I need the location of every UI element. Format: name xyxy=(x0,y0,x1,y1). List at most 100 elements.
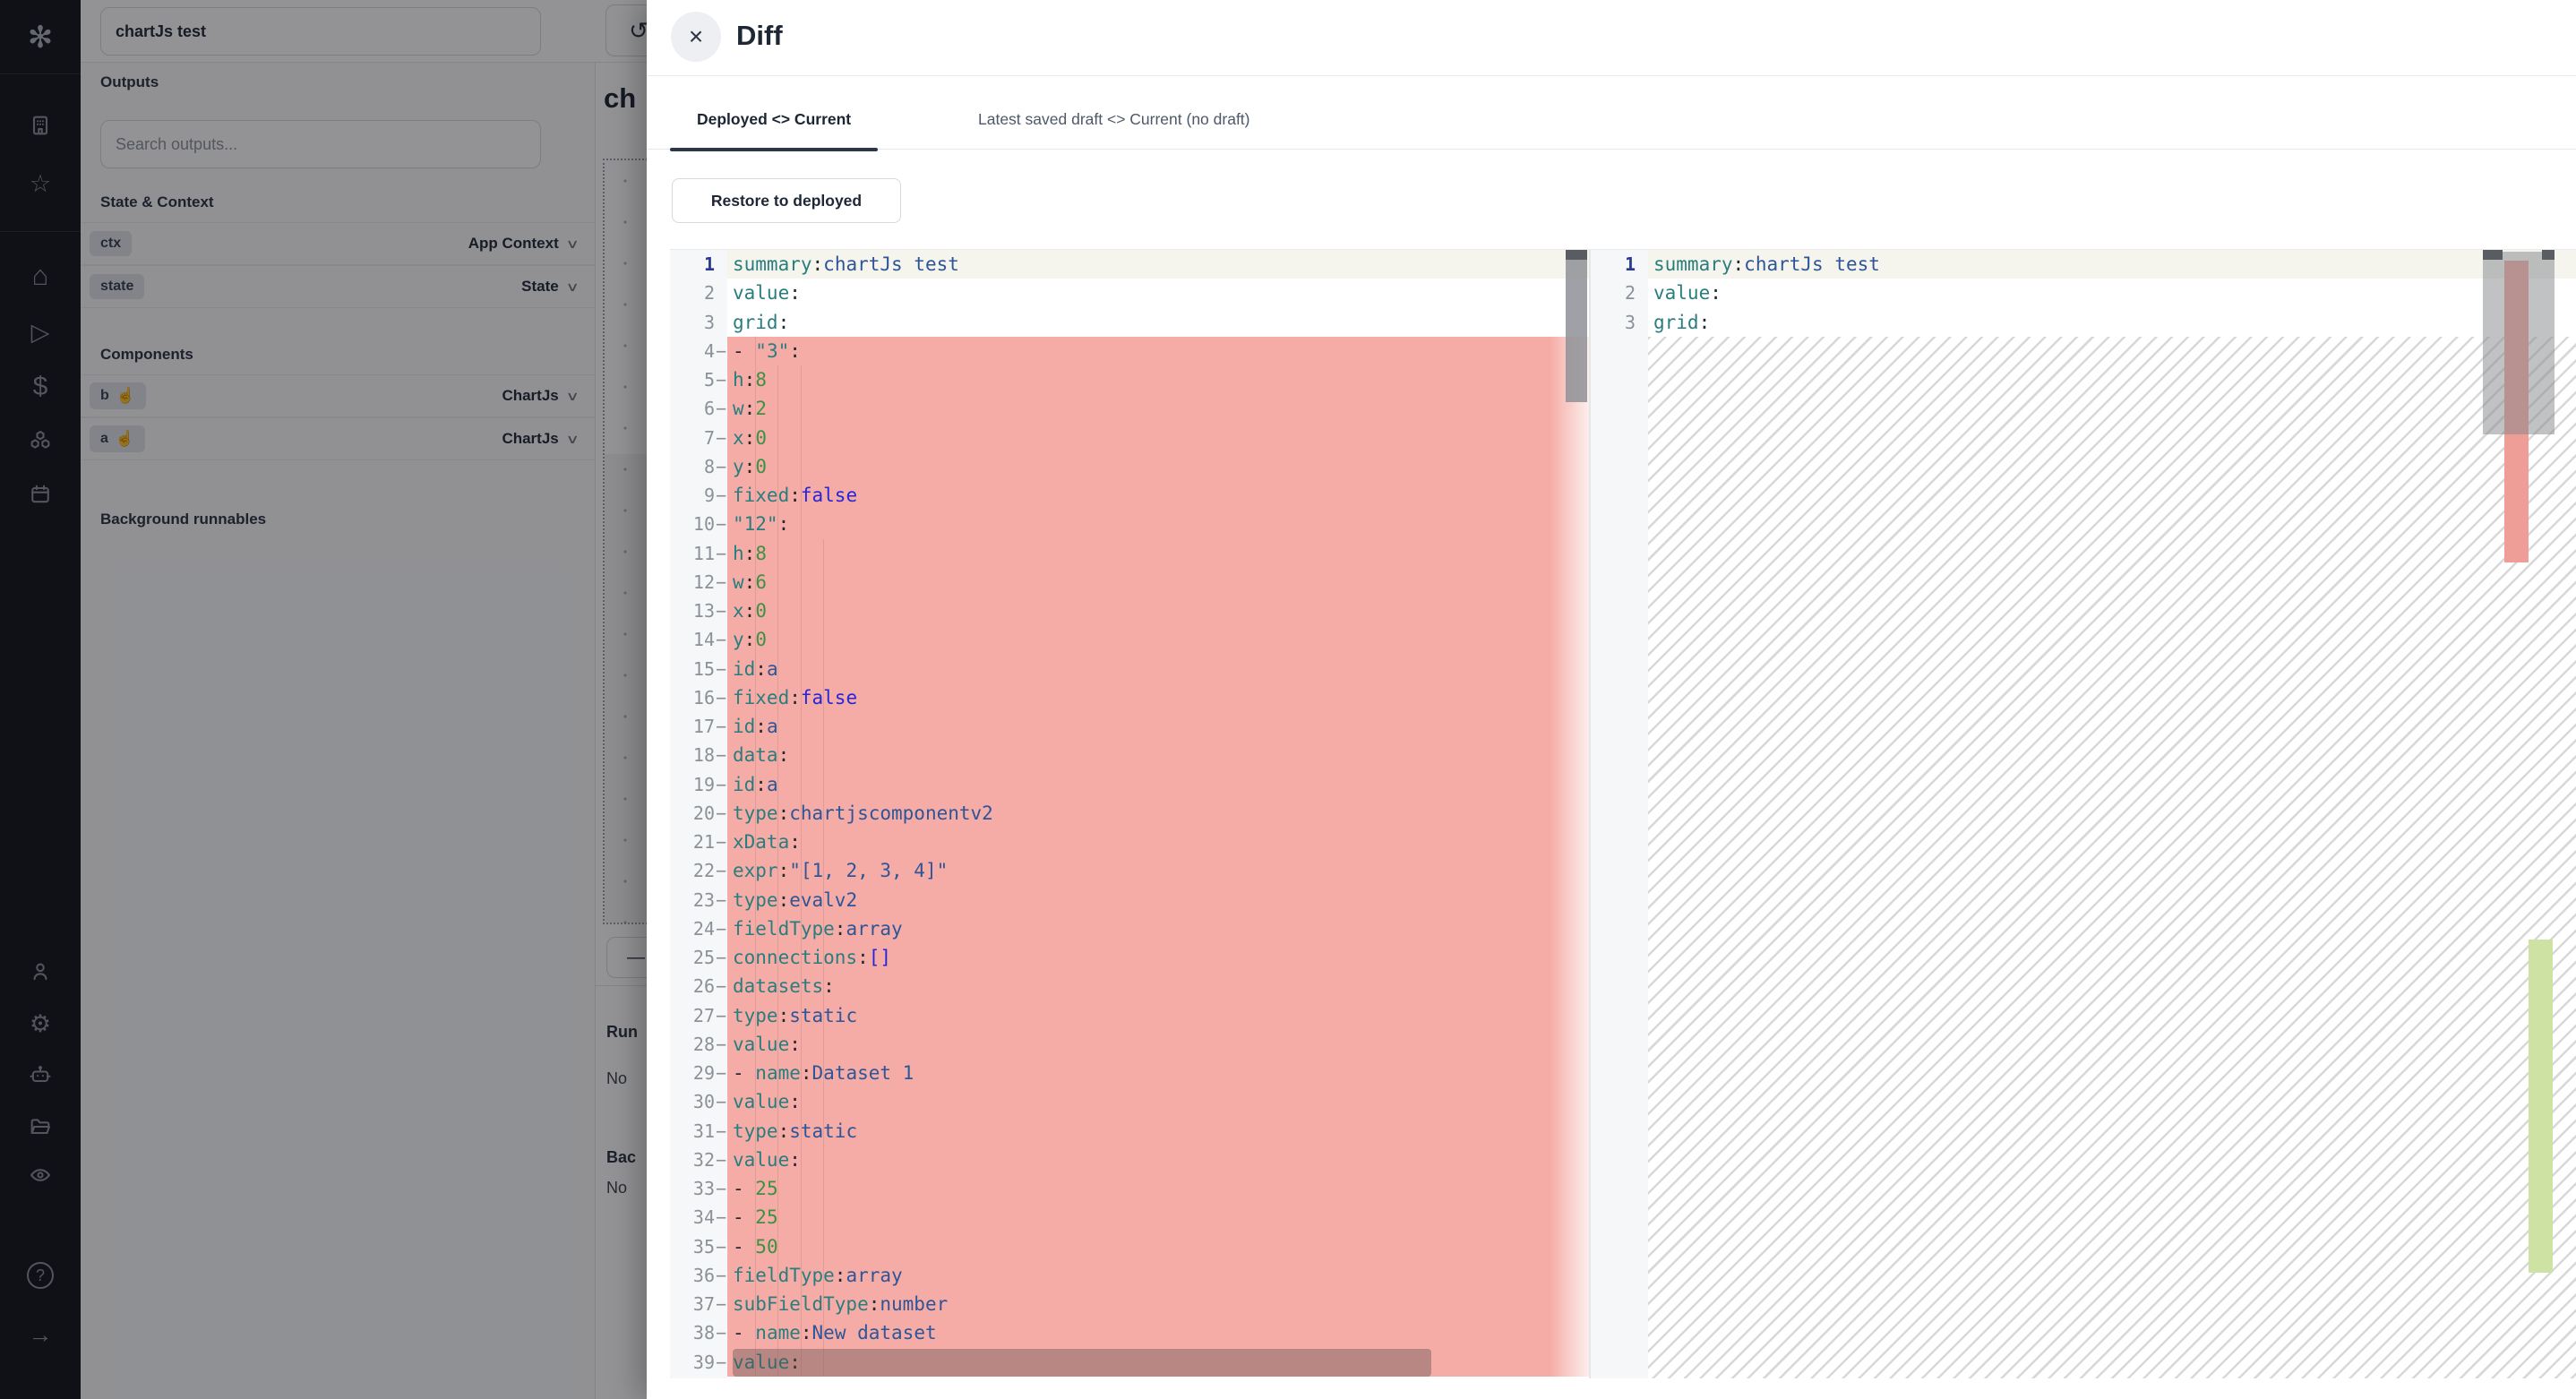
line-number: 39 xyxy=(670,1352,715,1373)
line-number: 35 xyxy=(670,1236,715,1257)
line-text: type: chartjscomponentv2 xyxy=(727,799,1589,828)
diff-line: 1summary: chartJs test xyxy=(670,250,1589,279)
line-number: 27 xyxy=(670,1005,715,1026)
deleted-marker: − xyxy=(715,802,727,824)
line-number: 6 xyxy=(670,398,715,419)
close-icon: × xyxy=(689,22,703,51)
tab-deployed-current[interactable]: Deployed <> Current xyxy=(670,89,878,150)
diff-line: 19− id: a xyxy=(670,770,1589,799)
line-text: type: evalv2 xyxy=(727,886,1589,914)
diff-line: 23− type: evalv2 xyxy=(670,886,1589,914)
line-text: xData: xyxy=(727,828,1589,856)
line-text: w: 2 xyxy=(727,394,1589,423)
diff-line: 28− value: xyxy=(670,1030,1589,1059)
line-number: 22 xyxy=(670,860,715,881)
deleted-marker: − xyxy=(715,1062,727,1084)
diff-line: 31− type: static xyxy=(670,1117,1589,1146)
line-text: subFieldType: number xyxy=(727,1290,1589,1318)
line-text: value: xyxy=(727,1087,1589,1116)
deleted-marker: − xyxy=(715,716,727,737)
diff-line: 27− type: static xyxy=(670,1001,1589,1030)
line-number: 21 xyxy=(670,831,715,853)
line-text: value: xyxy=(727,279,1589,307)
deleted-marker: − xyxy=(715,1293,727,1315)
scrollbar-corner xyxy=(2542,250,2555,260)
vertical-scrollbar-thumb[interactable] xyxy=(2483,252,2555,434)
diff-line: 14− y: 0 xyxy=(670,625,1589,654)
deleted-marker: − xyxy=(715,369,727,391)
restore-to-deployed-button[interactable]: Restore to deployed xyxy=(672,178,901,223)
line-number: 24 xyxy=(670,918,715,940)
line-number: 32 xyxy=(670,1149,715,1171)
screen: ✻ ☆ ⌂ ▷ $ ⚙ ? → char xyxy=(0,0,2576,1399)
diff-line: 35− - 50 xyxy=(670,1232,1589,1261)
line-number: 12 xyxy=(670,571,715,593)
diff-line: 5− h: 8 xyxy=(670,365,1589,394)
line-number: 7 xyxy=(670,427,715,449)
line-number: 28 xyxy=(670,1034,715,1055)
diff-pane-current[interactable]: 1summary: chartJs test2value:3 grid: xyxy=(1591,250,2576,1378)
deleted-marker: − xyxy=(715,889,727,911)
deleted-marker: − xyxy=(715,571,727,593)
diff-line: 2value: xyxy=(1591,279,2576,307)
deleted-block-placeholder xyxy=(1648,337,2576,1378)
line-number: 10 xyxy=(670,513,715,535)
line-text: fixed: false xyxy=(727,683,1589,712)
diff-line: 38− - name: New dataset xyxy=(670,1318,1589,1347)
deleted-marker: − xyxy=(715,485,727,506)
diff-line: 4− - "3": xyxy=(670,337,1589,365)
line-number: 25 xyxy=(670,947,715,968)
line-number: 33 xyxy=(670,1178,715,1199)
line-number: 20 xyxy=(670,802,715,824)
diff-line: 21− xData: xyxy=(670,828,1589,856)
close-button[interactable]: × xyxy=(671,12,721,62)
diff-line: 8− y: 0 xyxy=(670,452,1589,481)
diff-line: 12− w: 6 xyxy=(670,568,1589,597)
diff-line: 11− h: 8 xyxy=(670,539,1589,568)
diff-line: 30− value: xyxy=(670,1087,1589,1116)
line-text: - 50 xyxy=(727,1232,1589,1261)
diff-tab-bar: Deployed <> Current Latest saved draft <… xyxy=(647,89,2576,150)
diff-line: 1summary: chartJs test xyxy=(1591,250,2576,279)
diff-pane-deployed[interactable]: 1summary: chartJs test2value:3 grid:4− -… xyxy=(670,250,1589,1378)
line-text: - "3": xyxy=(727,337,1589,365)
line-text: h: 8 xyxy=(727,539,1589,568)
line-number: 2 xyxy=(670,282,715,304)
deleted-marker: − xyxy=(715,600,727,622)
deleted-marker: − xyxy=(715,1265,727,1286)
deleted-marker: − xyxy=(715,687,727,708)
diff-line: 29− - name: Dataset 1 xyxy=(670,1059,1589,1087)
line-number: 14 xyxy=(670,629,715,650)
diff-line: 34− - 25 xyxy=(670,1203,1589,1232)
modal-backdrop[interactable] xyxy=(0,0,647,1399)
vertical-scrollbar-thumb[interactable] xyxy=(1566,260,1587,402)
line-number: 26 xyxy=(670,975,715,997)
code-lines: 1summary: chartJs test2value:3 grid: xyxy=(1591,250,2576,337)
overview-ruler-added-marker xyxy=(2529,940,2553,1273)
line-text: id: a xyxy=(727,770,1589,799)
line-number: 23 xyxy=(670,889,715,911)
tab-latest-draft-current[interactable]: Latest saved draft <> Current (no draft) xyxy=(951,89,1277,150)
vertical-scrollbar-top[interactable] xyxy=(1566,250,1587,260)
diff-line: 16− fixed: false xyxy=(670,683,1589,712)
line-number: 37 xyxy=(670,1293,715,1315)
line-text: expr: "[1, 2, 3, 4]" xyxy=(727,856,1589,885)
scroll-fade xyxy=(1550,336,1589,1378)
deleted-marker: − xyxy=(715,1091,727,1112)
line-text: y: 0 xyxy=(727,625,1589,654)
line-text: data: xyxy=(727,741,1589,769)
line-number: 16 xyxy=(670,687,715,708)
diff-line: 13− x: 0 xyxy=(670,597,1589,625)
indent-guide xyxy=(777,365,778,1376)
deleted-marker: − xyxy=(715,1236,727,1257)
diff-line: 33− - 25 xyxy=(670,1174,1589,1203)
horizontal-scrollbar-thumb[interactable] xyxy=(733,1349,1431,1377)
indent-guide xyxy=(823,539,824,1376)
line-number: 19 xyxy=(670,774,715,795)
indent-guide xyxy=(755,336,756,1376)
vertical-scrollbar-top[interactable] xyxy=(2483,250,2503,260)
line-text: x: 0 xyxy=(727,424,1589,452)
deleted-marker: − xyxy=(715,543,727,564)
deleted-marker: − xyxy=(715,860,727,881)
line-text: grid: xyxy=(1648,308,2576,337)
